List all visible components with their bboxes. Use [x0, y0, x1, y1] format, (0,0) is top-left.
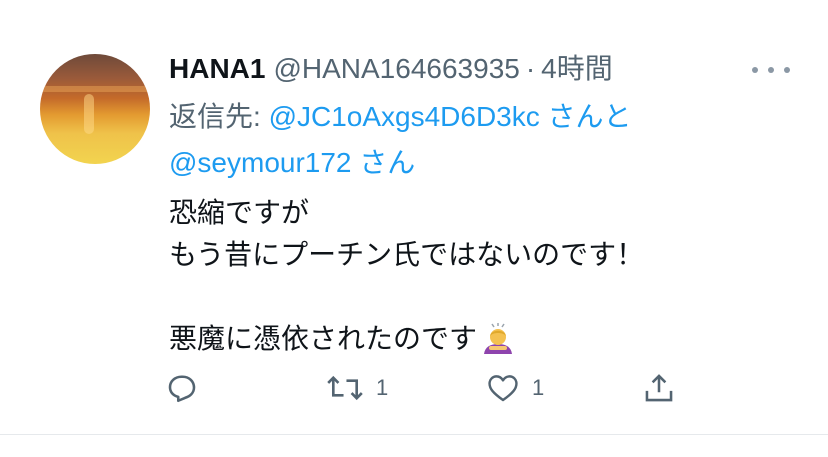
share-button[interactable] [642, 368, 676, 408]
reply-icon [164, 370, 200, 406]
like-button[interactable]: 1 [486, 368, 544, 408]
avatar[interactable] [40, 54, 150, 164]
reply-joiner: さんと [539, 101, 632, 132]
retweet-button[interactable]: 1 [326, 368, 388, 408]
more-options-icon[interactable] [752, 56, 790, 84]
display-name[interactable]: HANA1 [169, 49, 265, 89]
reply-context: 返信先: @JC1oAxgs4D6D3kc さんと @seymour172 さん [169, 94, 729, 186]
tweet-text-line-3-wrapper: 悪魔に憑依されたのです [169, 318, 769, 360]
reply-suffix: さん [351, 147, 416, 178]
tweet-text-line-1: 恐縮ですが [169, 197, 310, 228]
tweet-text-line-3: 悪魔に憑依されたのです [169, 323, 478, 354]
person-bowing-emoji [481, 321, 515, 355]
mention-link-1[interactable]: @JC1oAxgs4D6D3kc [269, 101, 540, 132]
tweet[interactable]: HANA1 @HANA164663935 · 4時間 返信先: @JC1oAxg… [0, 0, 828, 434]
tweet-text: 恐縮ですが もう昔にプーチン氏ではないのです！ 悪魔に憑依されたのです [169, 192, 769, 360]
tweet-text-line-2: もう昔にプーチン氏ではないのです！ [169, 239, 645, 270]
retweet-count: 1 [376, 375, 389, 400]
tweet-header: HANA1 @HANA164663935 · 4時間 [169, 49, 613, 89]
retweet-icon [326, 370, 364, 406]
user-handle[interactable]: @HANA164663935 [273, 49, 519, 89]
tweet-actions: 1 1 [164, 368, 684, 408]
mention-link-2[interactable]: @seymour172 [169, 147, 352, 178]
reply-prefix: 返信先: [169, 101, 269, 132]
reply-button[interactable] [164, 368, 200, 408]
like-count: 1 [532, 375, 545, 400]
share-icon [642, 371, 676, 405]
timestamp[interactable]: 4時間 [541, 49, 613, 89]
divider [0, 434, 828, 435]
heart-icon [486, 371, 520, 405]
separator: · [525, 53, 536, 84]
